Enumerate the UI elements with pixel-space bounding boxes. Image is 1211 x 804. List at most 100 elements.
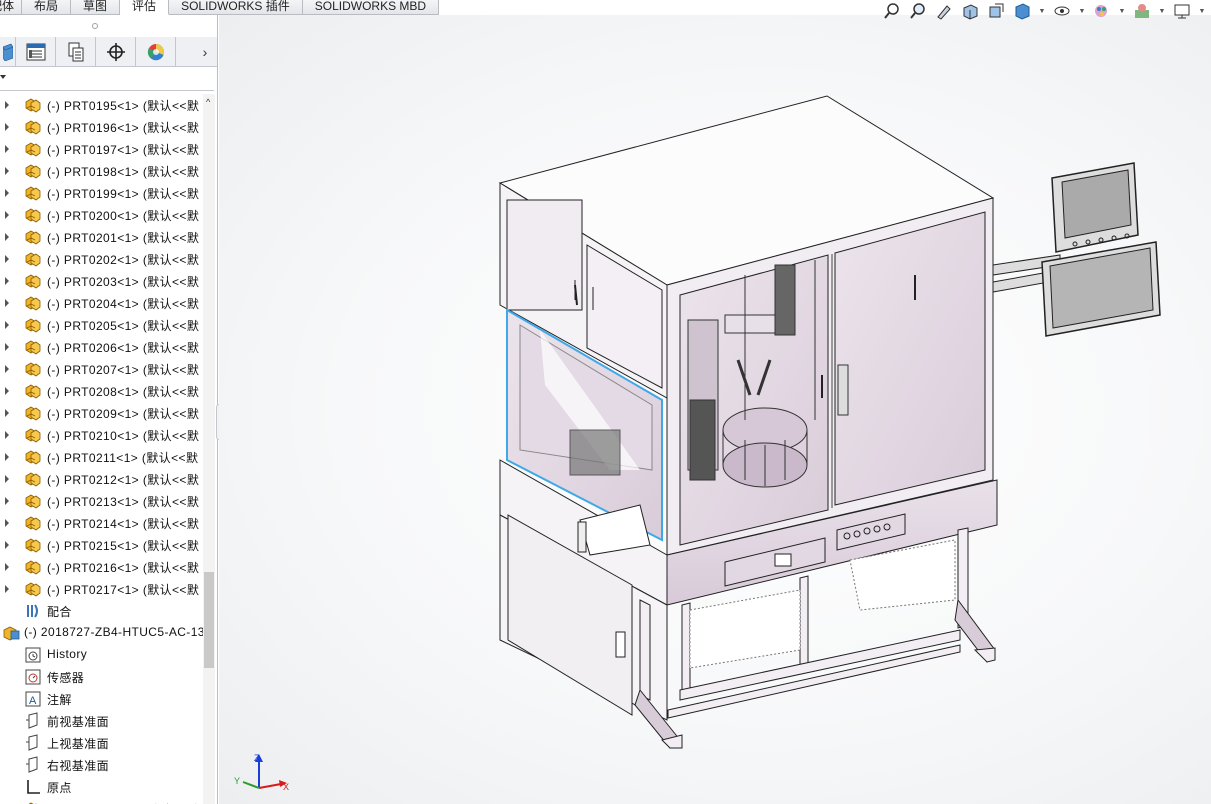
- scrollbar-thumb[interactable]: [204, 572, 214, 668]
- filter-dropdown-icon[interactable]: [0, 75, 6, 79]
- tree-item-part[interactable]: (-) PRT0202<1> (默认<<默: [0, 248, 203, 270]
- tree-item-annotations[interactable]: A 注解: [0, 688, 203, 710]
- expand-arrow-icon[interactable]: [5, 123, 9, 131]
- edit-appearance-dropdown-icon[interactable]: ▼: [1117, 1, 1127, 21]
- part-tab-icon[interactable]: [0, 37, 16, 66]
- expand-arrow-icon[interactable]: [5, 431, 9, 439]
- tree-item-sensors[interactable]: 传感器: [0, 666, 203, 688]
- expand-arrow-icon[interactable]: [5, 321, 9, 329]
- view-settings-icon[interactable]: [1171, 1, 1193, 21]
- feature-manager-icon[interactable]: [16, 37, 56, 66]
- tree-item-part[interactable]: (-) PRT0211<1> (默认<<默: [0, 446, 203, 468]
- tree-item-label: (-) PRT0204<1> (默认<<默: [47, 297, 200, 311]
- expand-arrow-icon[interactable]: [5, 387, 9, 395]
- scroll-up-icon[interactable]: ^: [206, 97, 210, 107]
- tab-solidworks-mbd[interactable]: SOLIDWORKS MBD: [302, 0, 440, 15]
- tree-item-part[interactable]: (-) PRT0204<1> (默认<<默: [0, 292, 203, 314]
- expand-arrow-icon[interactable]: [5, 409, 9, 417]
- tree-item-part[interactable]: (-) PRT0179<1> (默认<<默: [0, 798, 203, 804]
- expand-arrow-icon[interactable]: [5, 519, 9, 527]
- expand-arrow-icon[interactable]: [5, 167, 9, 175]
- tree-item-part[interactable]: (-) PRT0216<1> (默认<<默: [0, 556, 203, 578]
- tree-item-part[interactable]: (-) PRT0205<1> (默认<<默: [0, 314, 203, 336]
- triad-y-label: Y: [234, 776, 240, 786]
- triad-z-label: Z: [254, 753, 260, 763]
- tree-item-part[interactable]: (-) PRT0209<1> (默认<<默: [0, 402, 203, 424]
- expand-arrow-icon[interactable]: [5, 145, 9, 153]
- tab-evaluate[interactable]: 评估: [120, 0, 170, 15]
- tree-item-part[interactable]: (-) PRT0196<1> (默认<<默: [0, 116, 203, 138]
- tree-item-part[interactable]: (-) PRT0198<1> (默认<<默: [0, 160, 203, 182]
- tree-item-part[interactable]: (-) PRT0213<1> (默认<<默: [0, 490, 203, 512]
- display-manager-icon[interactable]: [136, 37, 176, 66]
- graphics-area[interactable]: Z X Y: [219, 15, 1211, 804]
- tree-item-part[interactable]: (-) PRT0201<1> (默认<<默: [0, 226, 203, 248]
- expand-arrow-icon[interactable]: [5, 365, 9, 373]
- tree-item-part[interactable]: (-) PRT0203<1> (默认<<默: [0, 270, 203, 292]
- zoom-to-area-icon[interactable]: [907, 1, 929, 21]
- tree-item-part[interactable]: (-) PRT0208<1> (默认<<默: [0, 380, 203, 402]
- tree-scrollbar[interactable]: ^: [203, 94, 215, 804]
- expand-arrow-icon[interactable]: [5, 101, 9, 109]
- expand-arrow-icon[interactable]: [5, 233, 9, 241]
- tab-assembly[interactable]: 配体: [0, 0, 23, 15]
- tree-item-label: 原点: [47, 781, 72, 795]
- tree-item-history[interactable]: History: [0, 644, 203, 666]
- expand-arrow-icon[interactable]: [5, 585, 9, 593]
- mates-icon: [24, 602, 42, 620]
- edit-appearance-icon[interactable]: [1091, 1, 1113, 21]
- tab-sketch[interactable]: 草图: [71, 0, 121, 15]
- expand-arrow-icon[interactable]: [5, 189, 9, 197]
- tree-item-part[interactable]: (-) PRT0210<1> (默认<<默: [0, 424, 203, 446]
- tree-item-subassembly[interactable]: (-) 2018727-ZB4-HTUC5-AC-13: [0, 622, 203, 644]
- feature-manager-panel: › ^ (-) PRT0195<1> (默认<<默 (-) PRT0196<1> …: [0, 15, 218, 804]
- tab-layout[interactable]: 布局: [22, 0, 72, 15]
- expand-arrow-icon[interactable]: [5, 541, 9, 549]
- property-manager-icon[interactable]: [56, 37, 96, 66]
- display-style-icon[interactable]: [1051, 1, 1073, 21]
- assembly-model-view[interactable]: [219, 15, 1211, 804]
- section-view-icon[interactable]: [959, 1, 981, 21]
- tree-item-mates[interactable]: 配合: [0, 600, 203, 622]
- tree-item-origin[interactable]: 原点: [0, 776, 203, 798]
- expand-arrow-icon[interactable]: [5, 343, 9, 351]
- part-icon: [24, 184, 42, 202]
- tree-item-label: (-) PRT0197<1> (默认<<默: [47, 143, 200, 157]
- tree-item-part[interactable]: (-) PRT0195<1> (默认<<默: [0, 94, 203, 116]
- chevron-right-icon[interactable]: ›: [195, 37, 215, 66]
- tree-item-part[interactable]: (-) PRT0206<1> (默认<<默: [0, 336, 203, 358]
- apply-scene-icon[interactable]: [1131, 1, 1153, 21]
- zoom-to-fit-icon[interactable]: [881, 1, 903, 21]
- tree-item-part[interactable]: (-) PRT0217<1> (默认<<默: [0, 578, 203, 600]
- tab-solidworks-addins[interactable]: SOLIDWORKS 插件: [169, 0, 303, 15]
- tree-item-part[interactable]: (-) PRT0207<1> (默认<<默: [0, 358, 203, 380]
- tree-item-right-plane[interactable]: 右视基准面: [0, 754, 203, 776]
- tree-item-part[interactable]: (-) PRT0212<1> (默认<<默: [0, 468, 203, 490]
- configuration-manager-icon[interactable]: [96, 37, 136, 66]
- command-manager-tabs: 配体 布局 草图 评估 SOLIDWORKS 插件 SOLIDWORKS MBD: [0, 0, 440, 15]
- tree-item-part[interactable]: (-) PRT0197<1> (默认<<默: [0, 138, 203, 160]
- expand-arrow-icon[interactable]: [5, 299, 9, 307]
- view-orientation-icon[interactable]: [1011, 1, 1033, 21]
- previous-view-icon[interactable]: [933, 1, 955, 21]
- view-settings-dropdown-icon[interactable]: ▼: [1197, 1, 1207, 21]
- tree-item-top-plane[interactable]: 上视基准面: [0, 732, 203, 754]
- expand-arrow-icon[interactable]: [5, 277, 9, 285]
- tree-item-part[interactable]: (-) PRT0215<1> (默认<<默: [0, 534, 203, 556]
- tree-item-front-plane[interactable]: 前视基准面: [0, 710, 203, 732]
- display-style-dropdown-icon[interactable]: ▼: [1077, 1, 1087, 21]
- tree-filter-row[interactable]: [0, 67, 214, 91]
- expand-arrow-icon[interactable]: [5, 497, 9, 505]
- expand-arrow-icon[interactable]: [5, 475, 9, 483]
- tree-item-part[interactable]: (-) PRT0199<1> (默认<<默: [0, 182, 203, 204]
- expand-arrow-icon[interactable]: [5, 255, 9, 263]
- apply-scene-dropdown-icon[interactable]: ▼: [1157, 1, 1167, 21]
- panel-splitter-handle[interactable]: [92, 23, 98, 29]
- tree-item-part[interactable]: (-) PRT0200<1> (默认<<默: [0, 204, 203, 226]
- expand-arrow-icon[interactable]: [5, 563, 9, 571]
- dynamic-annotation-icon[interactable]: [985, 1, 1007, 21]
- expand-arrow-icon[interactable]: [5, 211, 9, 219]
- view-orientation-dropdown-icon[interactable]: ▼: [1037, 1, 1047, 21]
- expand-arrow-icon[interactable]: [5, 453, 9, 461]
- tree-item-part[interactable]: (-) PRT0214<1> (默认<<默: [0, 512, 203, 534]
